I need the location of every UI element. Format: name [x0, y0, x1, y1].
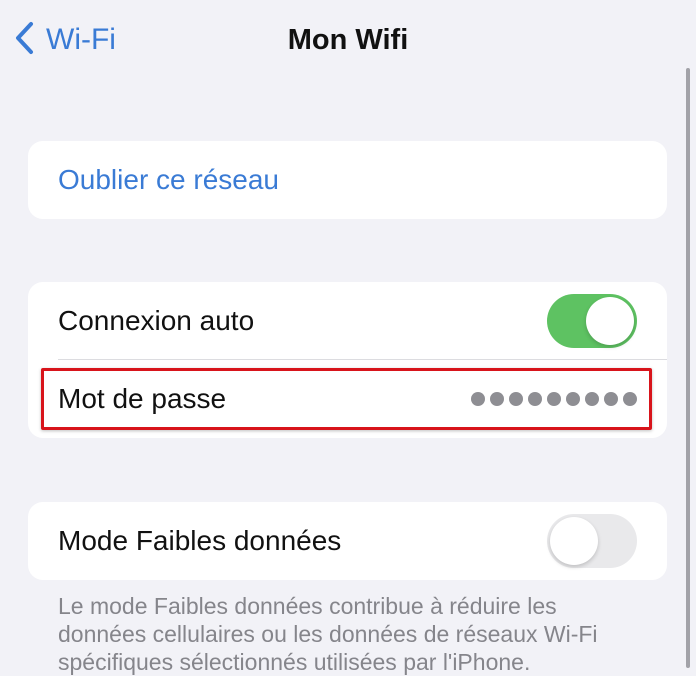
toggle-knob: [586, 297, 634, 345]
auto-join-label: Connexion auto: [58, 305, 255, 336]
password-dot: [604, 392, 618, 406]
password-dot: [528, 392, 542, 406]
low-data-toggle[interactable]: [547, 514, 637, 568]
low-data-group: Mode Faibles données: [28, 502, 667, 580]
page-title: Mon Wifi: [287, 24, 409, 56]
scrollbar[interactable]: [686, 68, 690, 668]
password-dot: [566, 392, 580, 406]
password-dot: [471, 392, 485, 406]
password-label: Mot de passe: [58, 383, 227, 414]
forget-network-button[interactable]: Oublier ce réseau: [28, 141, 667, 219]
password-dot: [547, 392, 561, 406]
connection-settings-group: Connexion auto Mot de passe: [28, 282, 667, 438]
password-masked-value: [471, 392, 637, 406]
password-dot: [585, 392, 599, 406]
password-dot: [490, 392, 504, 406]
low-data-footnote: Le mode Faibles données contribue à rédu…: [58, 593, 598, 675]
forget-network-group: Oublier ce réseau: [28, 141, 667, 219]
auto-join-toggle[interactable]: [547, 294, 637, 348]
password-dot: [623, 392, 637, 406]
low-data-label: Mode Faibles données: [58, 525, 342, 556]
forget-network-label: Oublier ce réseau: [58, 164, 280, 195]
low-data-row: Mode Faibles données: [28, 502, 667, 580]
toggle-knob: [550, 517, 598, 565]
password-row[interactable]: Mot de passe: [28, 360, 667, 438]
auto-join-row: Connexion auto: [28, 282, 667, 360]
password-dot: [509, 392, 523, 406]
